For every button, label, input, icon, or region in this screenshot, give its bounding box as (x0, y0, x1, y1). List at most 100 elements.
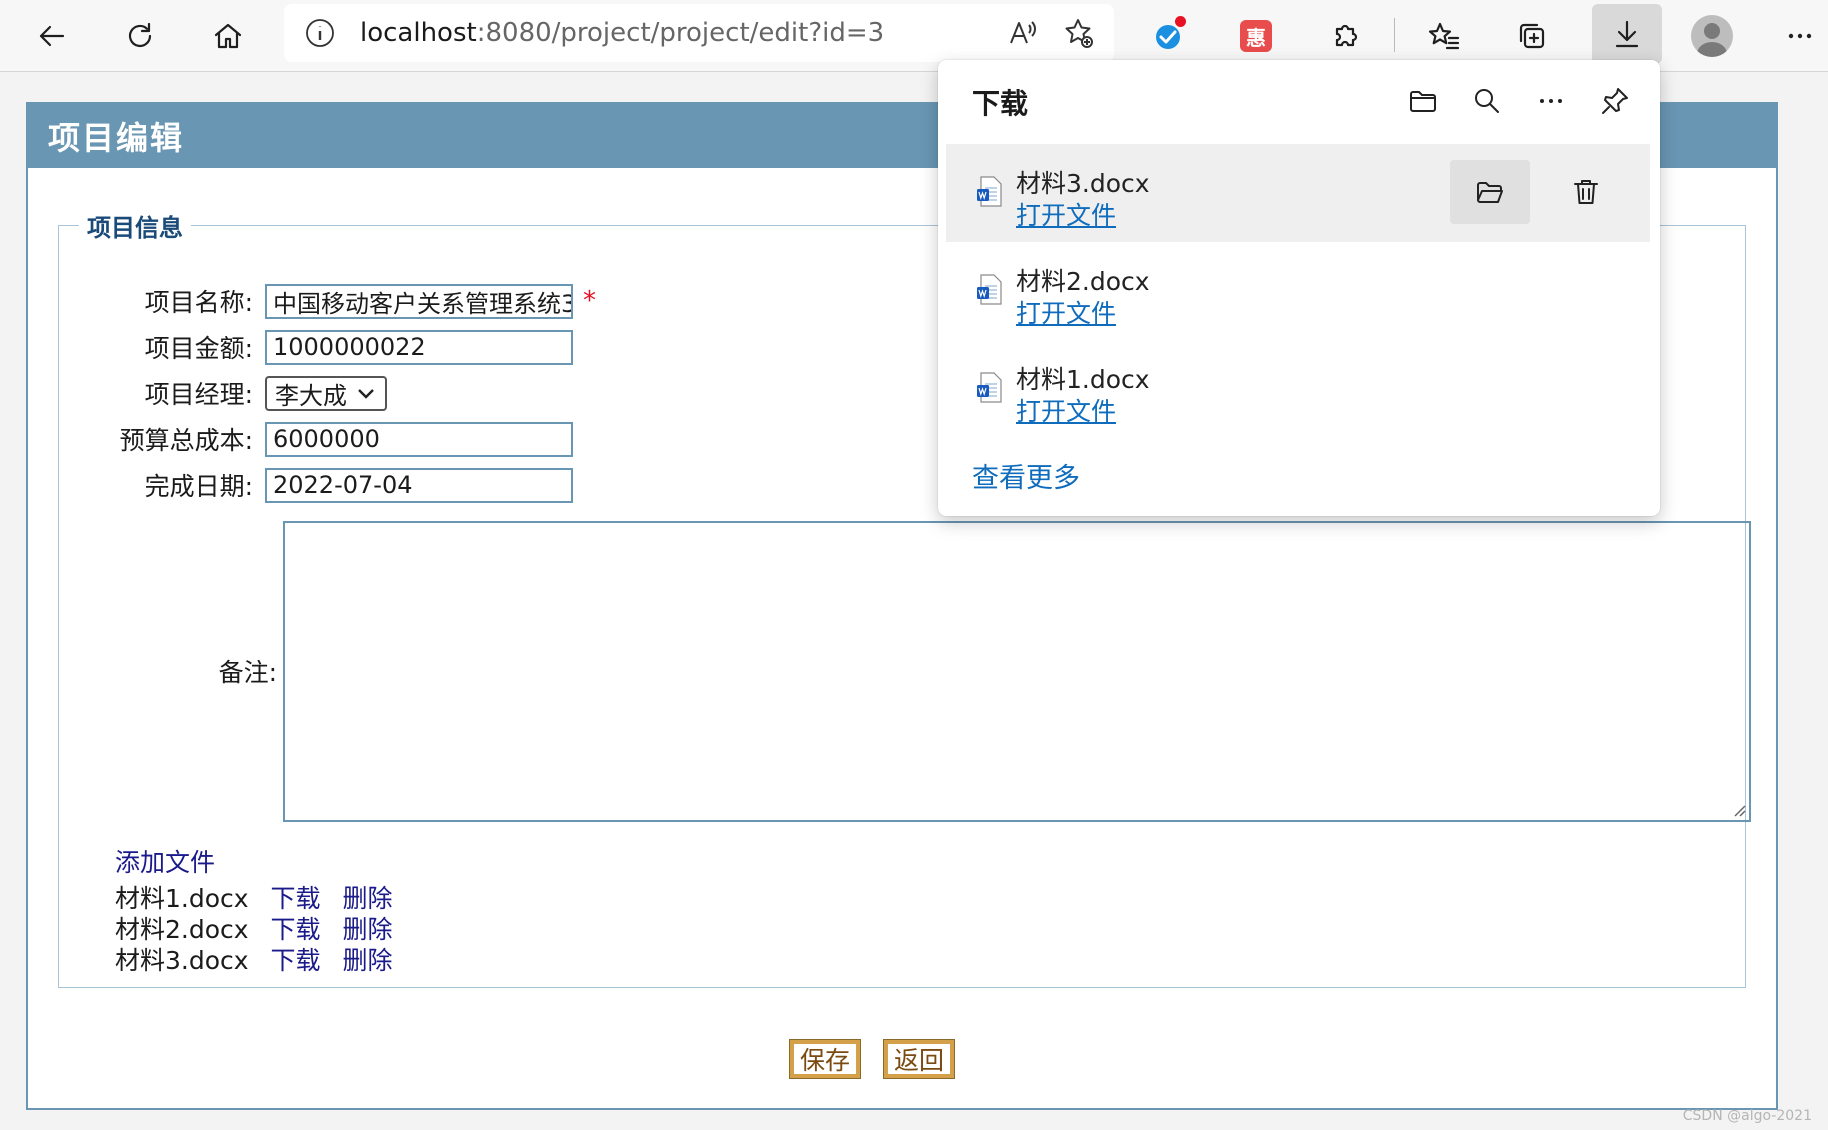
add-favorite-button[interactable] (1056, 10, 1102, 56)
pin-icon (1602, 88, 1628, 114)
file-delete-link[interactable]: 删除 (342, 884, 392, 913)
download-item[interactable]: 材料2.docx 打开文件 (946, 242, 1650, 340)
search-icon (1475, 89, 1499, 113)
trash-icon (1574, 180, 1598, 204)
budget-row: 预算总成本: 6000000 (59, 421, 573, 457)
coupon-icon: 惠 (1240, 20, 1272, 52)
name-row: 项目名称: 中国移动客户关系管理系统3 * (59, 283, 596, 319)
word-document-icon (977, 372, 1002, 403)
url-text[interactable]: localhost:8080/project/project/edit?id=3 (360, 18, 884, 48)
settings-more-button[interactable] (1772, 8, 1828, 64)
coupon-extension-button[interactable]: 惠 (1228, 8, 1284, 64)
puzzle-icon (1335, 24, 1358, 47)
project-amount-input[interactable]: 1000000022 (265, 329, 573, 365)
project-name-input[interactable]: 中国移动客户关系管理系统3 (265, 283, 573, 319)
amount-row: 项目金额: 1000000022 (59, 329, 573, 365)
pin-downloads-button[interactable] (1590, 76, 1640, 126)
star-add-icon (1065, 19, 1093, 48)
favorites-icon (1428, 22, 1460, 50)
file-delete-link[interactable]: 删除 (342, 946, 392, 975)
download-item[interactable]: 材料1.docx 打开文件 (946, 340, 1650, 438)
download-file-name: 材料3.docx (1016, 169, 1150, 198)
download-file-name: 材料2.docx (1016, 267, 1150, 296)
read-aloud-icon (1010, 21, 1036, 44)
more-horizontal-icon (1788, 33, 1812, 39)
resize-grip-icon[interactable] (1731, 802, 1747, 818)
see-more-link[interactable]: 查看更多 (972, 456, 1080, 495)
more-horizontal-icon (1540, 99, 1562, 103)
downloads-header: 下载 (938, 60, 1660, 144)
refresh-icon (128, 22, 152, 48)
save-button[interactable]: 保存 (788, 1039, 862, 1079)
amount-label: 项目金额: (144, 334, 253, 363)
refresh-button[interactable] (112, 8, 168, 64)
file-list: 材料1.docx 下载 删除 材料2.docx 下载 删除 材料3.docx 下… (115, 883, 407, 976)
back-button[interactable] (24, 8, 80, 64)
profile-button[interactable] (1684, 8, 1740, 64)
open-downloads-folder-button[interactable] (1398, 76, 1448, 126)
download-icon (1615, 20, 1639, 48)
site-info-button[interactable] (298, 11, 342, 55)
budget-label: 预算总成本: (119, 426, 253, 455)
required-mark: * (583, 286, 596, 316)
delete-download-button[interactable] (1546, 160, 1626, 224)
downloads-button[interactable] (1592, 4, 1662, 64)
extension-checkmark-button[interactable] (1140, 8, 1196, 64)
collections-button[interactable] (1504, 8, 1560, 64)
form-actions: 保存 返回 (28, 1039, 1776, 1079)
open-file-link[interactable]: 打开文件 (1016, 196, 1116, 232)
file-row: 材料1.docx 下载 删除 (115, 883, 407, 914)
open-file-link[interactable]: 打开文件 (1016, 392, 1116, 428)
manager-label: 项目经理: (144, 380, 253, 409)
arrow-left-icon (39, 25, 65, 47)
file-delete-link[interactable]: 删除 (342, 915, 392, 944)
downloads-title: 下载 (972, 87, 1029, 120)
file-name: 材料1.docx (115, 884, 249, 913)
file-row: 材料2.docx 下载 删除 (115, 914, 407, 945)
favorites-button[interactable] (1416, 8, 1472, 64)
home-icon (214, 23, 242, 49)
notification-dot (1175, 16, 1186, 27)
chevron-down-icon (358, 389, 374, 399)
file-download-link[interactable]: 下载 (271, 946, 321, 975)
manager-selected-value: 李大成 (275, 381, 347, 410)
folder-open-icon (1477, 182, 1503, 203)
file-row: 材料3.docx 下载 删除 (115, 945, 407, 976)
date-label: 完成日期: (144, 472, 253, 501)
avatar (1691, 15, 1733, 57)
download-file-name: 材料1.docx (1016, 365, 1150, 394)
note-textarea[interactable] (283, 521, 1751, 822)
manager-row: 项目经理: 李大成 (59, 375, 387, 411)
downloads-flyout: 下载 材料3.docx 打开文件 材料2.docx 打开文件 材料1.docx … (938, 60, 1660, 516)
file-name: 材料3.docx (115, 946, 249, 975)
search-downloads-button[interactable] (1462, 76, 1512, 126)
project-manager-select[interactable]: 李大成 (265, 375, 387, 411)
show-in-folder-button[interactable] (1450, 160, 1530, 224)
budget-input[interactable]: 6000000 (265, 421, 573, 457)
date-row: 完成日期: 2022-07-04 (59, 467, 573, 503)
home-button[interactable] (200, 8, 256, 64)
extensions-button[interactable] (1318, 8, 1374, 64)
watermark: CSDN @algo-2021 (1682, 1108, 1812, 1124)
collections-icon (1519, 23, 1545, 49)
file-download-link[interactable]: 下载 (271, 915, 321, 944)
file-download-link[interactable]: 下载 (271, 884, 321, 913)
open-file-link[interactable]: 打开文件 (1016, 294, 1116, 330)
read-aloud-button[interactable] (1000, 10, 1046, 56)
back-to-list-button[interactable]: 返回 (882, 1039, 956, 1079)
section-legend: 项目信息 (87, 214, 183, 242)
url-path: :8080/project/project/edit?id=3 (476, 18, 885, 48)
file-name: 材料2.docx (115, 915, 249, 944)
name-label: 项目名称: (144, 288, 253, 317)
add-file-link[interactable]: 添加文件 (115, 843, 215, 879)
word-document-icon (977, 274, 1002, 305)
note-label: 备注: (218, 658, 277, 687)
toolbar-separator (1394, 18, 1395, 52)
completion-date-input[interactable]: 2022-07-04 (265, 467, 573, 503)
info-icon (306, 19, 334, 47)
word-document-icon (977, 176, 1002, 207)
downloads-more-button[interactable] (1526, 76, 1576, 126)
folder-icon (1410, 91, 1436, 112)
address-bar[interactable]: localhost:8080/project/project/edit?id=3 (284, 4, 1114, 62)
download-item[interactable]: 材料3.docx 打开文件 (946, 144, 1650, 242)
